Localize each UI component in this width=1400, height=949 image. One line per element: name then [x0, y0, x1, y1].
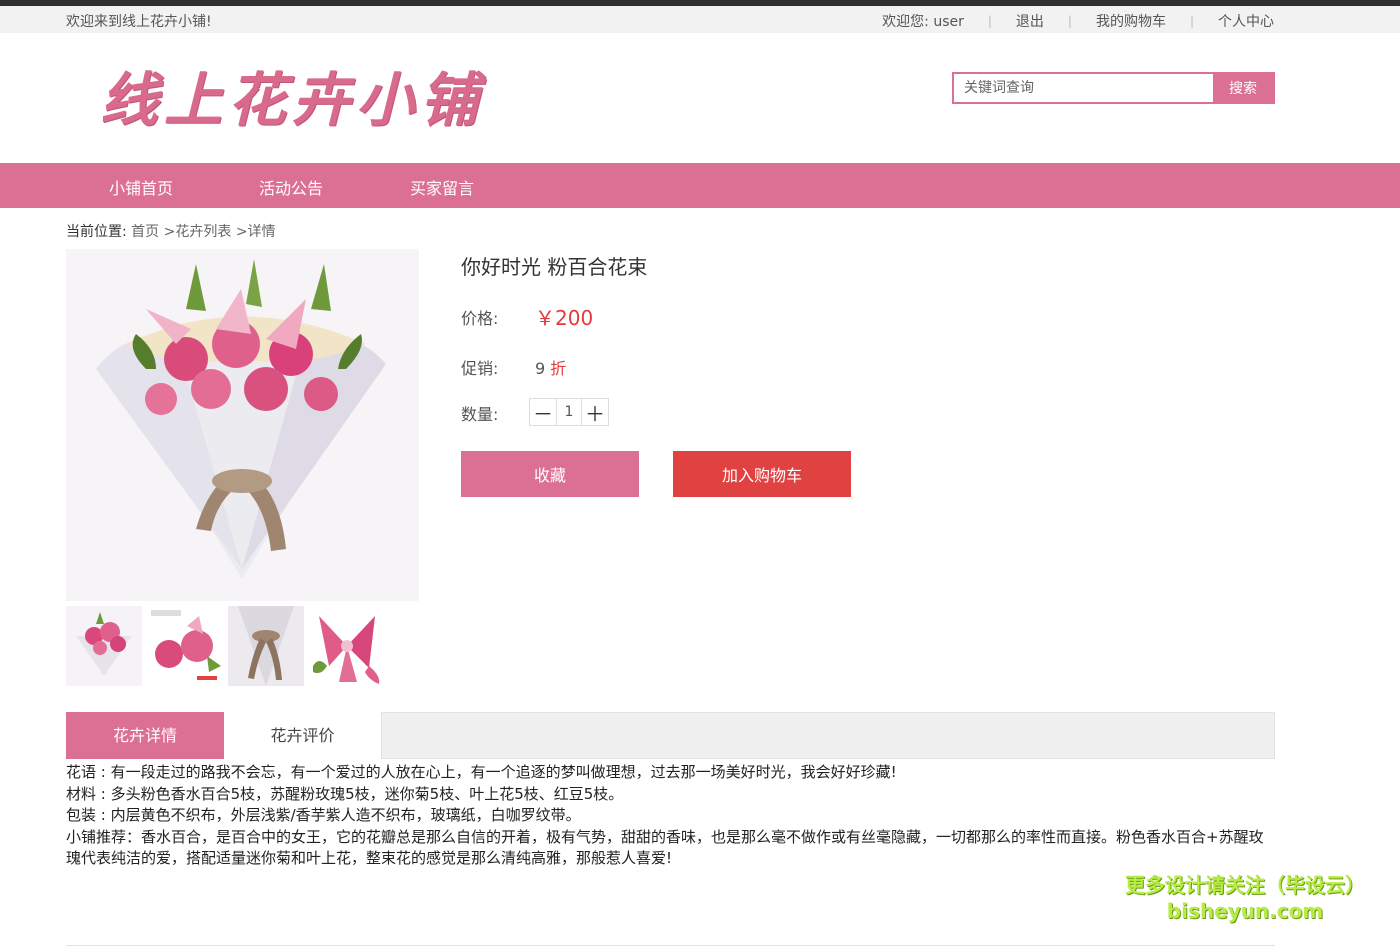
add-to-cart-button[interactable]: 加入购物车 [673, 451, 851, 497]
detail-tabs: 花卉详情 花卉评价 [66, 712, 1275, 759]
flower-language: 花语 : 有一段走过的路我不会忘，有一个爱过的人放在心上，有一个追逐的梦叫做理想… [66, 763, 897, 781]
nav-item-announcements[interactable]: 活动公告 [259, 175, 323, 199]
tab-reviews[interactable]: 花卉评价 [224, 712, 382, 759]
shop-recommendation: 小铺推荐：香水百合，是百合中的女王，它的花瓣总是那么自信的开着，极有气势，甜甜的… [66, 827, 1264, 868]
qty-label: 数量: [461, 405, 499, 424]
separator: | [1189, 14, 1194, 28]
quantity-stepper: － 1 ＋ [529, 398, 609, 426]
watermark: 更多设计请关注（毕设云） bisheyun.com [1110, 872, 1380, 924]
cart-link[interactable]: 我的购物车 [1096, 11, 1166, 31]
site-logo[interactable]: 线上花卉小铺 [100, 53, 484, 137]
search-button[interactable]: 搜索 [1213, 74, 1273, 102]
product-main-image [66, 249, 419, 601]
thumbnail-3[interactable] [228, 606, 304, 686]
promo-row: 促销: 9 折 [461, 355, 566, 379]
discount-number: 9 [535, 359, 546, 378]
thumbnail-1[interactable] [66, 606, 142, 686]
qty-value[interactable]: 1 [556, 399, 582, 425]
main-nav: 小铺首页 活动公告 买家留言 [0, 163, 1400, 208]
qty-plus-button[interactable]: ＋ [582, 399, 608, 426]
top-bar: 欢迎来到线上花卉小铺! 欢迎您: user | 退出 | 我的购物车 | 个人中… [0, 6, 1400, 33]
breadcrumb-home[interactable]: 首页 [131, 224, 159, 240]
favorite-button[interactable]: 收藏 [461, 451, 639, 497]
watermark-line1: 更多设计请关注（毕设云） [1125, 873, 1365, 897]
breadcrumb: 当前位置: 首页 >花卉列表 >详情 [66, 221, 276, 241]
thumbnail-4[interactable] [309, 606, 385, 686]
nav-item-home[interactable]: 小铺首页 [109, 175, 173, 199]
nav-item-messages[interactable]: 买家留言 [410, 175, 474, 199]
watermark-line2: bisheyun.com [1166, 899, 1324, 923]
product-title: 你好时光 粉百合花束 [461, 255, 648, 279]
header: 线上花卉小铺 搜索 [0, 33, 1400, 163]
price-label: 价格: [461, 309, 499, 328]
thumbnail-2[interactable] [147, 606, 223, 686]
welcome-text: 欢迎来到线上花卉小铺! [66, 14, 212, 30]
packaging: 包装 : 内层黄色不织布，外层浅紫/香芋紫人造不织布，玻璃纸，白咖罗纹带。 [66, 806, 581, 824]
search-input[interactable] [954, 74, 1213, 102]
profile-link[interactable]: 个人中心 [1218, 11, 1274, 31]
bottom-divider [66, 945, 1275, 946]
breadcrumb-detail: >详情 [235, 224, 276, 240]
product-description: 花语 : 有一段走过的路我不会忘，有一个爱过的人放在心上，有一个追逐的梦叫做理想… [66, 762, 1278, 870]
discount-unit: 折 [550, 359, 567, 378]
promo-label: 促销: [461, 359, 499, 378]
breadcrumb-prefix: 当前位置: [66, 224, 127, 240]
materials: 材料 : 多头粉色香水百合5枝，苏醒粉玫瑰5枝，迷你菊5枝、叶上花5枝、红豆5枝… [66, 784, 624, 803]
tab-details[interactable]: 花卉详情 [66, 712, 224, 759]
separator: | [987, 14, 992, 28]
search-box: 搜索 [952, 72, 1275, 104]
price-row: 价格: ￥200 [461, 305, 593, 330]
qty-row: 数量: [461, 401, 498, 425]
user-greeting[interactable]: 欢迎您: user [882, 11, 964, 31]
logout-link[interactable]: 退出 [1016, 11, 1044, 31]
separator: | [1067, 14, 1072, 28]
thumbnail-list [66, 606, 385, 686]
price-value: ￥200 [535, 306, 594, 330]
top-links: 欢迎您: user | 退出 | 我的购物车 | 个人中心 [882, 11, 1274, 31]
breadcrumb-list[interactable]: >花卉列表 [164, 224, 232, 240]
discount-value: 9 折 [535, 355, 566, 379]
qty-minus-button[interactable]: － [530, 399, 556, 426]
